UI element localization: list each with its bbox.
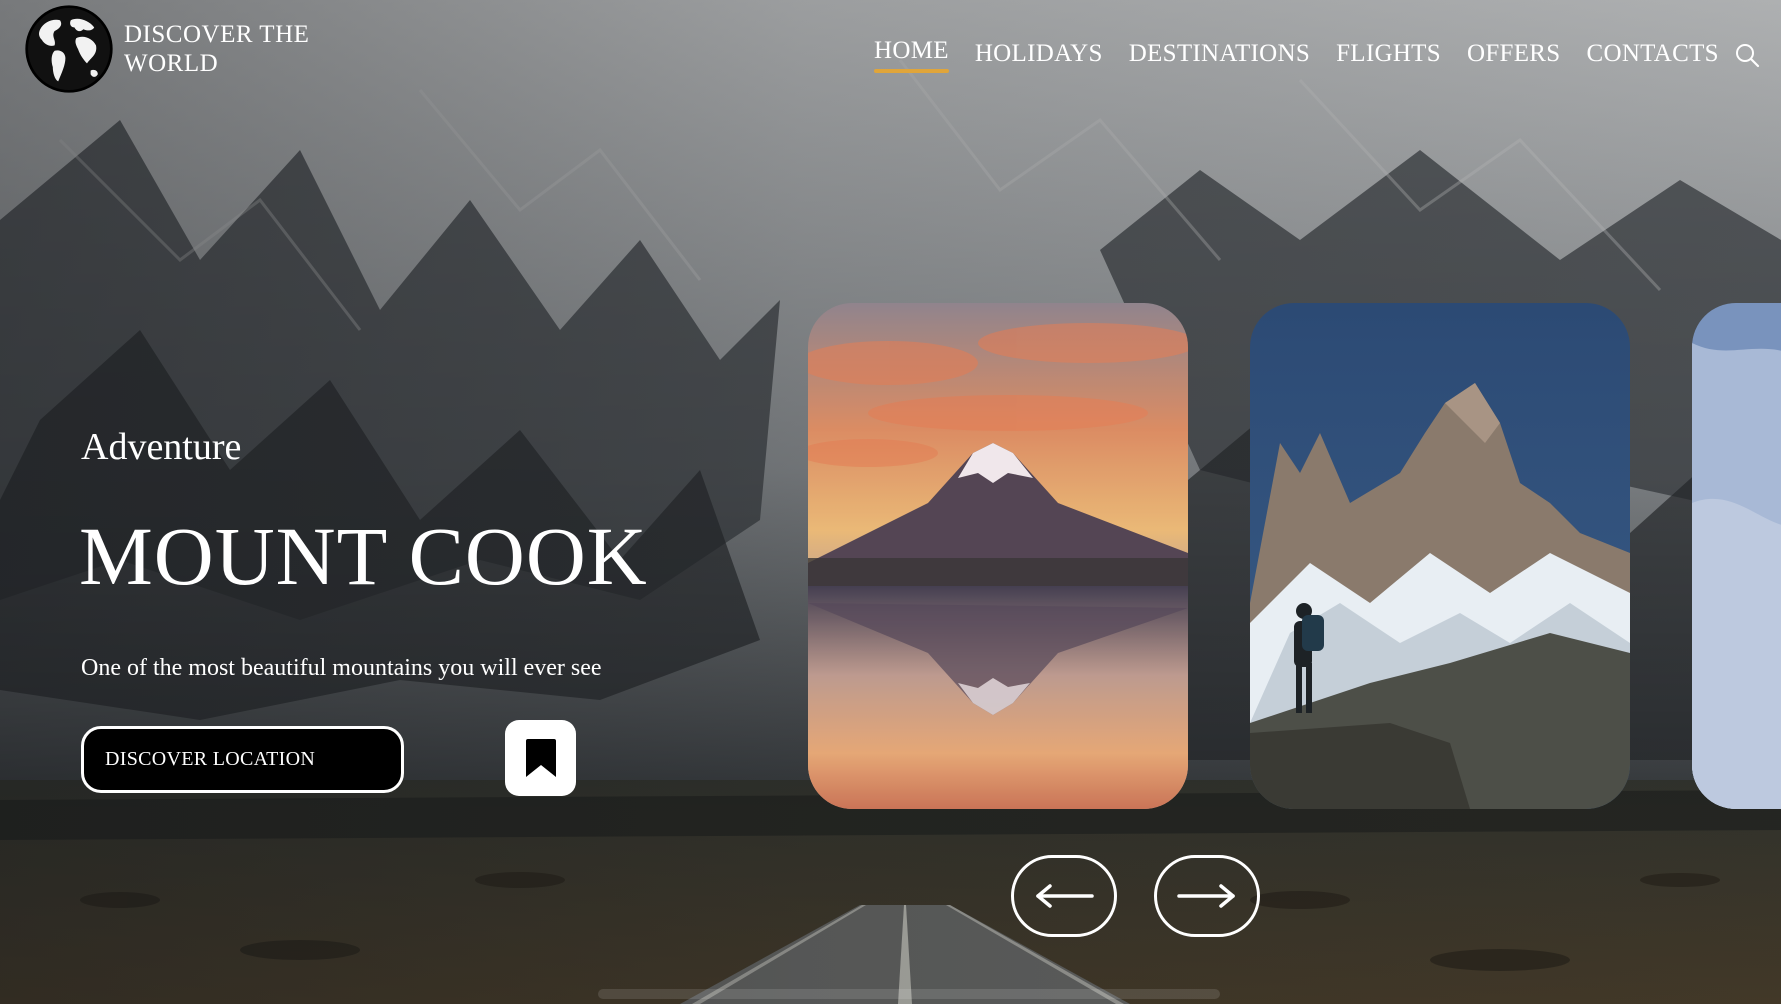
arrow-right-icon — [1177, 884, 1235, 908]
nav-item-destinations[interactable]: DESTINATIONS — [1129, 40, 1310, 72]
hero-description: One of the most beautiful mountains you … — [81, 655, 602, 681]
bookmark-button[interactable] — [505, 720, 576, 796]
destination-card-hiker[interactable] — [1250, 303, 1630, 809]
nav-item-holidays[interactable]: HOLIDAYS — [975, 40, 1103, 72]
nav-item-offers[interactable]: OFFERS — [1467, 40, 1561, 72]
hero-title: MOUNT COOK — [79, 510, 648, 602]
snowy-slope-image — [1692, 303, 1781, 809]
hero-category: Adventure — [81, 426, 242, 468]
main-nav: HOME HOLIDAYS DESTINATIONS FLIGHTS OFFER… — [874, 37, 1745, 73]
carousel-next-button[interactable] — [1154, 855, 1260, 937]
discover-location-button[interactable]: DISCOVER LOCATION — [81, 726, 404, 793]
scroll-indicator — [598, 989, 1220, 999]
brand-name-line-1: DISCOVER THE — [124, 21, 310, 48]
nav-item-flights[interactable]: FLIGHTS — [1336, 40, 1441, 72]
nav-item-home[interactable]: HOME — [874, 37, 949, 73]
destination-card-snow[interactable] — [1692, 303, 1781, 809]
volcano-sunset-image — [808, 303, 1188, 809]
destination-card-volcano[interactable] — [808, 303, 1188, 809]
carousel-prev-button[interactable] — [1011, 855, 1117, 937]
brand-name: DISCOVER THE WORLD — [124, 20, 324, 78]
hiker-peaks-image — [1250, 303, 1630, 809]
brand-logo[interactable]: DISCOVER THE WORLD — [24, 4, 324, 94]
bookmark-icon — [525, 739, 556, 777]
search-icon[interactable] — [1734, 42, 1760, 68]
nav-item-contacts[interactable]: CONTACTS — [1586, 40, 1718, 72]
brand-name-line-2: WORLD — [124, 50, 219, 77]
arrow-left-icon — [1036, 884, 1094, 908]
globe-icon — [25, 5, 113, 93]
